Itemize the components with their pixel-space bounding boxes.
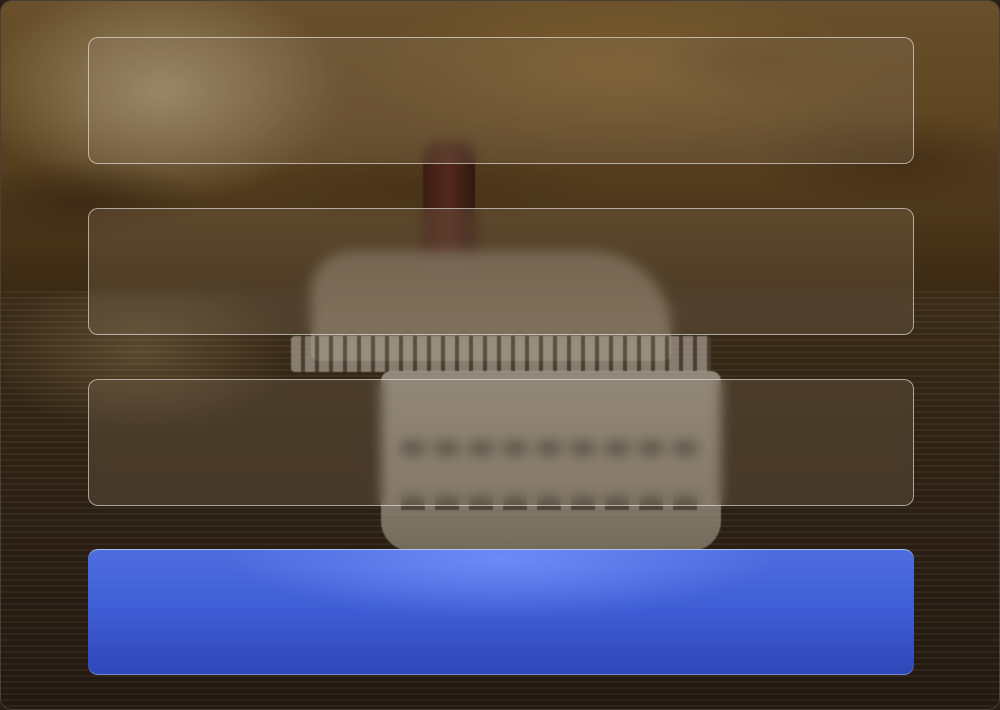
input-field-2: [88, 208, 914, 335]
text-input-3[interactable]: [89, 380, 913, 505]
submit-button[interactable]: [88, 549, 914, 675]
text-input-2[interactable]: [89, 209, 913, 334]
app-window: [0, 0, 1000, 710]
form-fields: [88, 37, 914, 550]
text-input-1[interactable]: [89, 38, 913, 163]
input-field-3: [88, 379, 914, 506]
input-field-1: [88, 37, 914, 164]
